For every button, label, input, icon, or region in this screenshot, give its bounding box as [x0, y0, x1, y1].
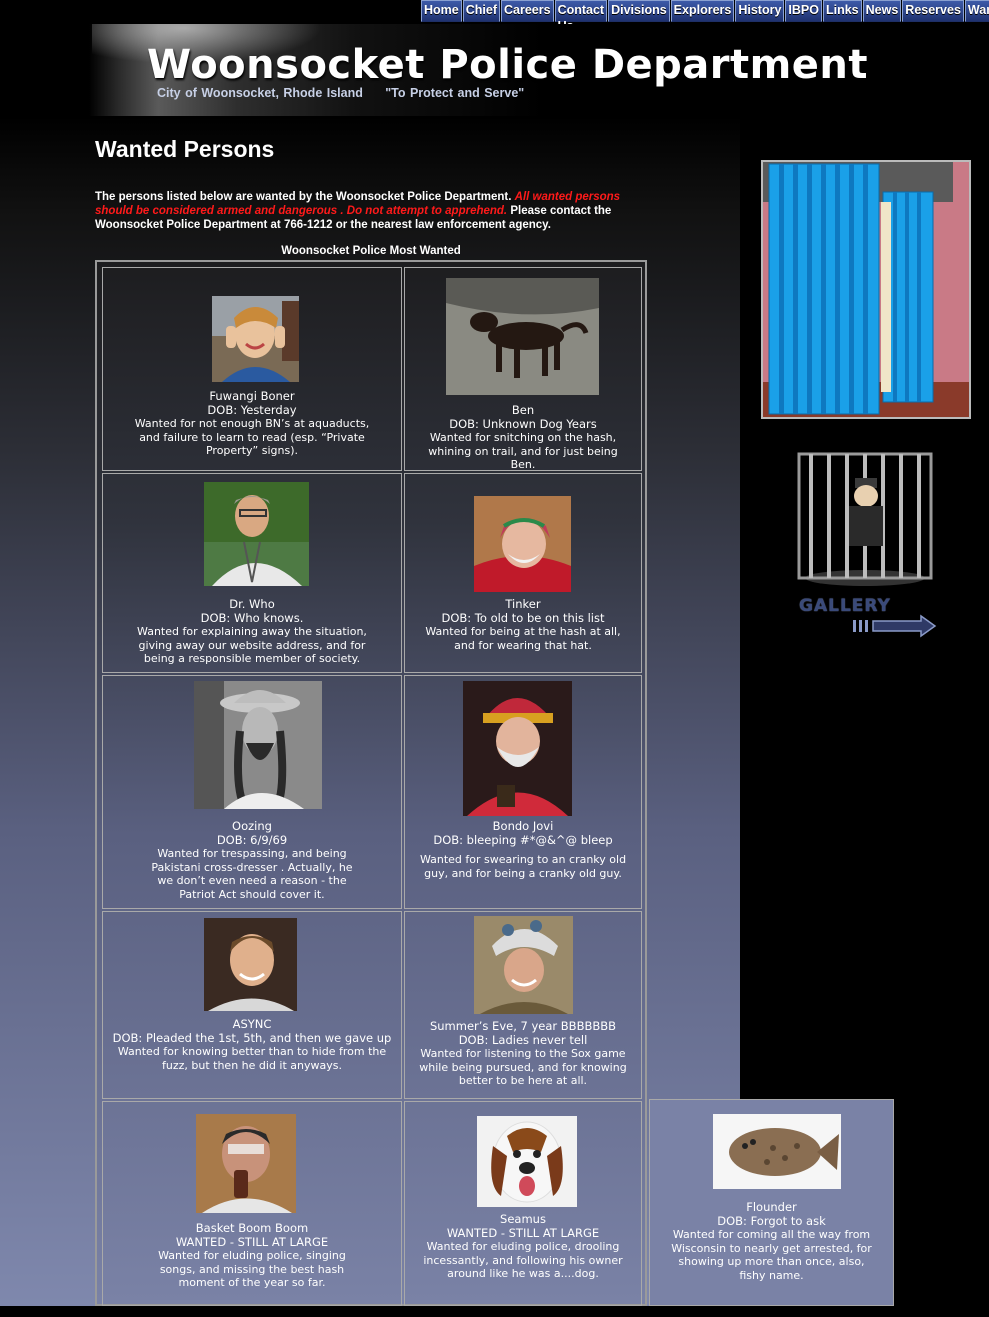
nav-explorers[interactable]: Explorers	[670, 0, 735, 22]
nav-news[interactable]: News	[862, 0, 902, 22]
wanted-description: Wanted for knowing better than to hide f…	[117, 1045, 387, 1072]
wanted-name: Basket Boom Boom	[195, 1221, 309, 1235]
page-footer-bar	[0, 1306, 989, 1317]
jail-cell-photo	[761, 160, 971, 419]
wanted-photo	[474, 496, 571, 592]
wanted-card: Flounder DOB: Forgot to ask Wanted for c…	[649, 1099, 894, 1306]
wanted-dob: DOB: bleeping #*@&^@ bleep	[433, 832, 613, 847]
wanted-card: Ben DOB: Unknown Dog Years Wanted for sn…	[404, 267, 642, 471]
arrow-right-icon	[853, 614, 937, 638]
wanted-dob: DOB: Unknown Dog Years	[449, 416, 597, 431]
wanted-description: Wanted for eluding police, singing songs…	[158, 1249, 346, 1289]
wanted-photo	[204, 482, 309, 586]
site-title: Woonsocket Police Department	[147, 42, 869, 88]
wanted-description: Wanted for not enough BN’s at aquaducts,…	[134, 417, 370, 457]
wanted-card: Bondo Jovi DOB: bleeping #*@&^@ bleep Wa…	[404, 675, 642, 909]
wanted-photo	[474, 916, 573, 1014]
wanted-name: Dr. Who	[229, 597, 275, 611]
wanted-description: Wanted for eluding police, drooling ince…	[423, 1240, 623, 1280]
wanted-description: Wanted for swearing to an cranky old guy…	[419, 853, 627, 880]
wanted-photo	[194, 681, 322, 809]
wanted-name: Flounder	[746, 1200, 797, 1214]
wanted-name: Seamus	[500, 1212, 546, 1226]
wanted-description: Wanted for trespassing, and being Pakist…	[151, 847, 353, 901]
wanted-name: Fuwangi Boner	[209, 389, 295, 403]
wanted-photo	[713, 1114, 841, 1189]
wanted-photo	[477, 1116, 577, 1207]
nav-chief[interactable]: Chief	[462, 0, 500, 22]
wanted-photo	[204, 918, 297, 1011]
gallery-link[interactable]: GALLERY	[795, 448, 940, 638]
wanted-card: ASYNC DOB: Pleaded the 1st, 5th, and the…	[102, 911, 402, 1099]
site-subtitle: City of Woonsocket, Rhode Island "To Pro…	[157, 86, 525, 100]
nav-ibpo[interactable]: IBPO	[785, 0, 822, 22]
wanted-card: Summer’s Eve, 7 year BBBBBBB DOB: Ladies…	[404, 911, 642, 1099]
nav-wanted[interactable]: Wanted	[964, 0, 989, 22]
page-title: Wanted Persons	[95, 136, 275, 162]
wanted-card: Tinker DOB: To old to be on this list Wa…	[404, 473, 642, 673]
wanted-card: Seamus WANTED - STILL AT LARGE Wanted fo…	[404, 1101, 642, 1306]
nav-careers[interactable]: Careers	[500, 0, 554, 22]
cage-icon	[797, 452, 933, 586]
wanted-dob: WANTED - STILL AT LARGE	[446, 1225, 600, 1240]
wanted-name: Oozing	[232, 819, 272, 833]
wanted-dob: DOB: Ladies never tell	[458, 1032, 588, 1047]
nav-history[interactable]: History	[735, 0, 785, 22]
wanted-photo	[446, 278, 599, 395]
jail-cell-image	[763, 162, 969, 417]
wanted-table: Fuwangi Boner DOB: Yesterday Wanted for …	[95, 260, 647, 1306]
wanted-dob: WANTED - STILL AT LARGE	[175, 1234, 329, 1249]
nav-home[interactable]: Home	[421, 0, 462, 22]
wanted-name: ASYNC	[232, 1017, 272, 1031]
top-navigation: Home Chief Careers Contact Us Divisions …	[421, 0, 989, 33]
wanted-name: Summer’s Eve, 7 year BBBBBBB	[429, 1019, 617, 1033]
wanted-name: Tinker	[505, 597, 541, 611]
gallery-label: GALLERY	[799, 596, 891, 616]
wanted-dob: DOB: Yesterday	[207, 402, 297, 417]
wanted-name: Ben	[511, 403, 535, 417]
nav-contact-us[interactable]: Contact Us	[554, 0, 608, 33]
wanted-description: Wanted for explaining away the situation…	[137, 625, 367, 665]
wanted-description: Wanted for being at the hash at all, and…	[425, 625, 621, 652]
wanted-dob: DOB: Forgot to ask	[717, 1213, 826, 1228]
wanted-description: Wanted for snitching on the hash, whinin…	[428, 431, 618, 471]
wanted-photo	[196, 1114, 296, 1213]
intro-text: The persons listed below are wanted by t…	[95, 190, 650, 232]
wanted-card: Basket Boom Boom WANTED - STILL AT LARGE…	[102, 1101, 402, 1306]
nav-links[interactable]: Links	[822, 0, 862, 22]
nav-divisions[interactable]: Divisions	[608, 0, 670, 22]
wanted-description: Wanted for coming all the way from Wisco…	[671, 1228, 872, 1282]
wanted-card: Oozing DOB: 6/9/69 Wanted for trespassin…	[102, 675, 402, 909]
table-caption: Woonsocket Police Most Wanted	[281, 245, 461, 257]
wanted-card: Dr. Who DOB: Who knows. Wanted for expla…	[102, 473, 402, 673]
intro-part-1: The persons listed below are wanted by t…	[95, 191, 512, 203]
wanted-description: Wanted for listening to the Sox game whi…	[419, 1047, 627, 1087]
site-header: Woonsocket Police Department City of Woo…	[0, 24, 989, 116]
wanted-photo	[463, 681, 572, 816]
nav-reserves[interactable]: Reserves	[902, 0, 964, 22]
wanted-card: Fuwangi Boner DOB: Yesterday Wanted for …	[102, 267, 402, 471]
wanted-dob: DOB: Pleaded the 1st, 5th, and then we g…	[112, 1030, 392, 1045]
wanted-dob: DOB: To old to be on this list	[441, 610, 605, 625]
wanted-dob: DOB: Who knows.	[200, 610, 304, 625]
wanted-dob: DOB: 6/9/69	[216, 832, 288, 847]
wanted-name: Bondo Jovi	[492, 819, 554, 833]
wanted-photo	[212, 296, 299, 382]
